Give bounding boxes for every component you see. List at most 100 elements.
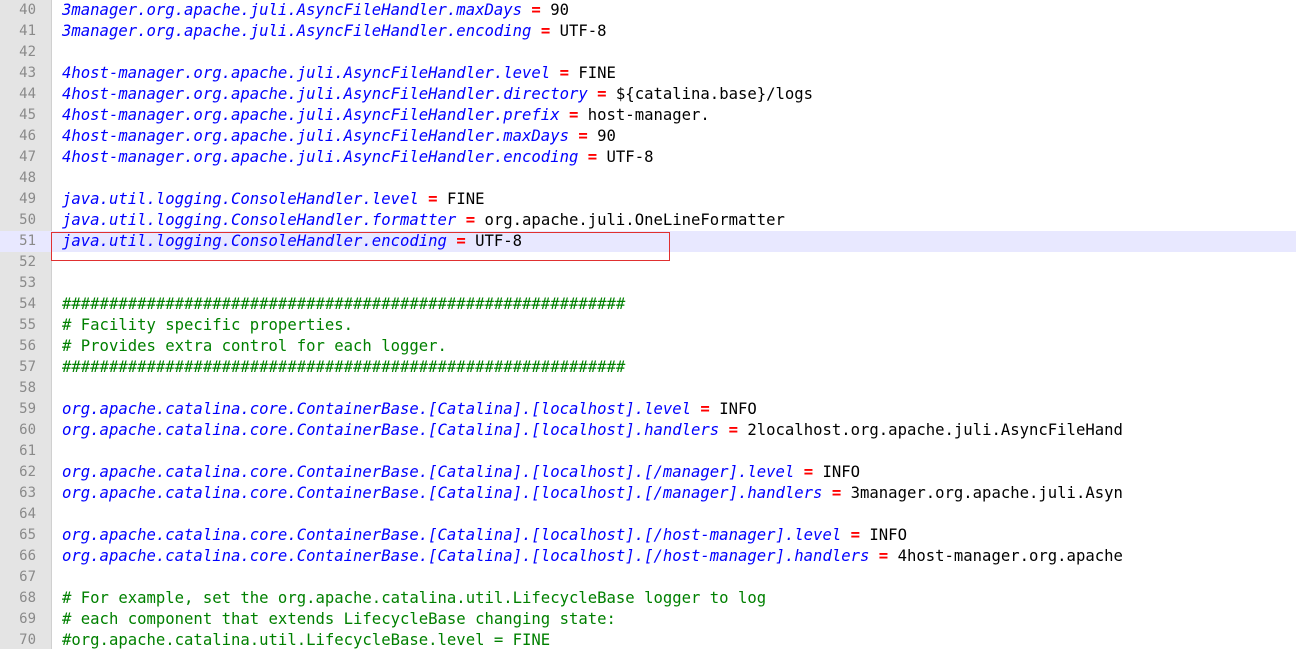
property-value: FINE xyxy=(446,190,485,208)
property-key: 3manager.org.apache.juli.AsyncFileHandle… xyxy=(62,1,523,19)
line-number: 55 xyxy=(19,317,36,333)
code-line-40[interactable]: 40 3manager.org.apache.juli.AsyncFileHand… xyxy=(0,0,1296,21)
code-line-43[interactable]: 43 4host-manager.org.apache.juli.AsyncFil… xyxy=(0,63,1296,84)
code-line-64[interactable]: 64 xyxy=(0,504,1296,525)
line-number: 51 xyxy=(19,233,36,249)
code-line-57[interactable]: 57 ######################################… xyxy=(0,357,1296,378)
code-line-48[interactable]: 48 xyxy=(0,168,1296,189)
code-line-66[interactable]: 66 org.apache.catalina.core.ContainerBase… xyxy=(0,546,1296,567)
assign-operator: = xyxy=(568,106,579,124)
comment-text: # Provides extra control for each logger… xyxy=(62,337,447,355)
property-value: FINE xyxy=(578,64,616,82)
code-line-61[interactable]: 61 xyxy=(0,441,1296,462)
line-text: # For example, set the org.apache.catali… xyxy=(62,588,766,609)
line-text: # each component that extends LifecycleB… xyxy=(62,609,616,630)
code-line-52[interactable]: 52 xyxy=(0,252,1296,273)
code-line-49[interactable]: 49 java.util.logging.ConsoleHandler.level… xyxy=(0,189,1296,210)
code-line-62[interactable]: 62 org.apache.catalina.core.ContainerBase… xyxy=(0,462,1296,483)
code-line-60[interactable]: 60 org.apache.catalina.core.ContainerBase… xyxy=(0,420,1296,441)
code-line-58[interactable]: 58 xyxy=(0,378,1296,399)
line-number: 70 xyxy=(19,632,36,648)
line-number: 60 xyxy=(19,422,36,438)
line-number: 66 xyxy=(19,548,36,564)
line-number: 43 xyxy=(19,65,36,81)
assign-operator: = xyxy=(878,547,889,565)
property-value: INFO xyxy=(719,400,757,418)
line-text: org.apache.catalina.core.ContainerBase.[… xyxy=(62,420,1123,441)
assign-operator: = xyxy=(465,211,476,229)
assign-operator: = xyxy=(456,232,466,250)
code-line-51[interactable]: 51 java.util.logging.ConsoleHandler.encod… xyxy=(0,231,1296,252)
property-value: INFO xyxy=(822,463,861,481)
code-line-46[interactable]: 46 4host-manager.org.apache.juli.AsyncFil… xyxy=(0,126,1296,147)
code-line-67[interactable]: 67 xyxy=(0,567,1296,588)
line-number: 41 xyxy=(19,23,36,39)
line-text: 4host-manager.org.apache.juli.AsyncFileH… xyxy=(62,126,616,147)
line-text: java.util.logging.ConsoleHandler.formatt… xyxy=(62,210,785,231)
line-text: #org.apache.catalina.util.LifecycleBase.… xyxy=(62,630,550,649)
code-line-42[interactable]: 42 xyxy=(0,42,1296,63)
line-text: 4host-manager.org.apache.juli.AsyncFileH… xyxy=(62,63,616,84)
line-text: 4host-manager.org.apache.juli.AsyncFileH… xyxy=(62,84,813,105)
property-value: 2localhost.org.apache.juli.AsyncFileHand xyxy=(747,421,1123,439)
assign-operator: = xyxy=(850,526,861,544)
assign-operator: = xyxy=(559,64,569,82)
line-number: 59 xyxy=(19,401,36,417)
code-line-55[interactable]: 55 # Facility specific properties. xyxy=(0,315,1296,336)
property-key: org.apache.catalina.core.ContainerBase.[… xyxy=(62,421,720,439)
property-key: 4host-manager.org.apache.juli.AsyncFileH… xyxy=(62,148,579,166)
line-number: 44 xyxy=(19,86,36,102)
code-line-68[interactable]: 68 # For example, set the org.apache.cata… xyxy=(0,588,1296,609)
line-number: 57 xyxy=(19,359,36,375)
line-number: 65 xyxy=(19,527,36,543)
property-value: org.apache.juli.OneLineFormatter xyxy=(484,211,785,229)
line-number: 52 xyxy=(19,254,36,270)
assign-operator: = xyxy=(803,463,814,481)
assign-operator: = xyxy=(578,127,588,145)
line-number: 49 xyxy=(19,191,36,207)
property-value: UTF-8 xyxy=(559,22,607,40)
line-number: 64 xyxy=(19,506,36,522)
line-number: 54 xyxy=(19,296,36,312)
property-key: org.apache.catalina.core.ContainerBase.[… xyxy=(62,463,795,481)
code-line-56[interactable]: 56 # Provides extra control for each logg… xyxy=(0,336,1296,357)
line-text: org.apache.catalina.core.ContainerBase.[… xyxy=(62,525,907,546)
code-line-63[interactable]: 63 org.apache.catalina.core.ContainerBase… xyxy=(0,483,1296,504)
property-value: 3manager.org.apache.juli.Asyn xyxy=(850,484,1123,502)
code-line-65[interactable]: 65 org.apache.catalina.core.ContainerBase… xyxy=(0,525,1296,546)
code-line-70[interactable]: 70 #org.apache.catalina.util.LifecycleBas… xyxy=(0,630,1296,649)
code-line-69[interactable]: 69 # each component that extends Lifecycl… xyxy=(0,609,1296,630)
code-line-41[interactable]: 41 3manager.org.apache.juli.AsyncFileHand… xyxy=(0,21,1296,42)
assign-operator: = xyxy=(700,400,710,418)
property-value: ${catalina.base}/logs xyxy=(615,85,814,103)
line-number: 67 xyxy=(19,569,36,585)
assign-operator: = xyxy=(428,190,438,208)
line-text: 3manager.org.apache.juli.AsyncFileHandle… xyxy=(62,0,569,21)
code-line-44[interactable]: 44 4host-manager.org.apache.juli.AsyncFil… xyxy=(0,84,1296,105)
code-line-50[interactable]: 50 java.util.logging.ConsoleHandler.forma… xyxy=(0,210,1296,231)
property-value: 4host-manager.org.apache xyxy=(897,547,1123,565)
code-area[interactable]: 40 3manager.org.apache.juli.AsyncFileHand… xyxy=(0,0,1296,649)
code-line-59[interactable]: 59 org.apache.catalina.core.ContainerBase… xyxy=(0,399,1296,420)
property-value: host-manager. xyxy=(587,106,710,124)
line-number: 68 xyxy=(19,590,36,606)
assign-operator: = xyxy=(831,484,842,502)
assign-operator: = xyxy=(587,148,598,166)
property-value: UTF-8 xyxy=(475,232,523,250)
line-number: 62 xyxy=(19,464,36,480)
property-key: java.util.logging.ConsoleHandler.formatt… xyxy=(62,211,457,229)
code-line-45[interactable]: 45 4host-manager.org.apache.juli.AsyncFil… xyxy=(0,105,1296,126)
code-editor[interactable]: 40 3manager.org.apache.juli.AsyncFileHand… xyxy=(0,0,1296,649)
line-text: org.apache.catalina.core.ContainerBase.[… xyxy=(62,546,1123,567)
line-number: 58 xyxy=(19,380,36,396)
code-line-54[interactable]: 54 ######################################… xyxy=(0,294,1296,315)
property-key: java.util.logging.ConsoleHandler.level xyxy=(62,190,419,208)
line-number: 69 xyxy=(19,611,36,627)
code-line-53[interactable]: 53 xyxy=(0,273,1296,294)
code-line-47[interactable]: 47 4host-manager.org.apache.juli.AsyncFil… xyxy=(0,147,1296,168)
line-text: org.apache.catalina.core.ContainerBase.[… xyxy=(62,483,1123,504)
line-number: 45 xyxy=(19,107,36,123)
line-number: 48 xyxy=(19,170,36,186)
assign-operator: = xyxy=(531,1,541,19)
property-value: INFO xyxy=(869,526,907,544)
